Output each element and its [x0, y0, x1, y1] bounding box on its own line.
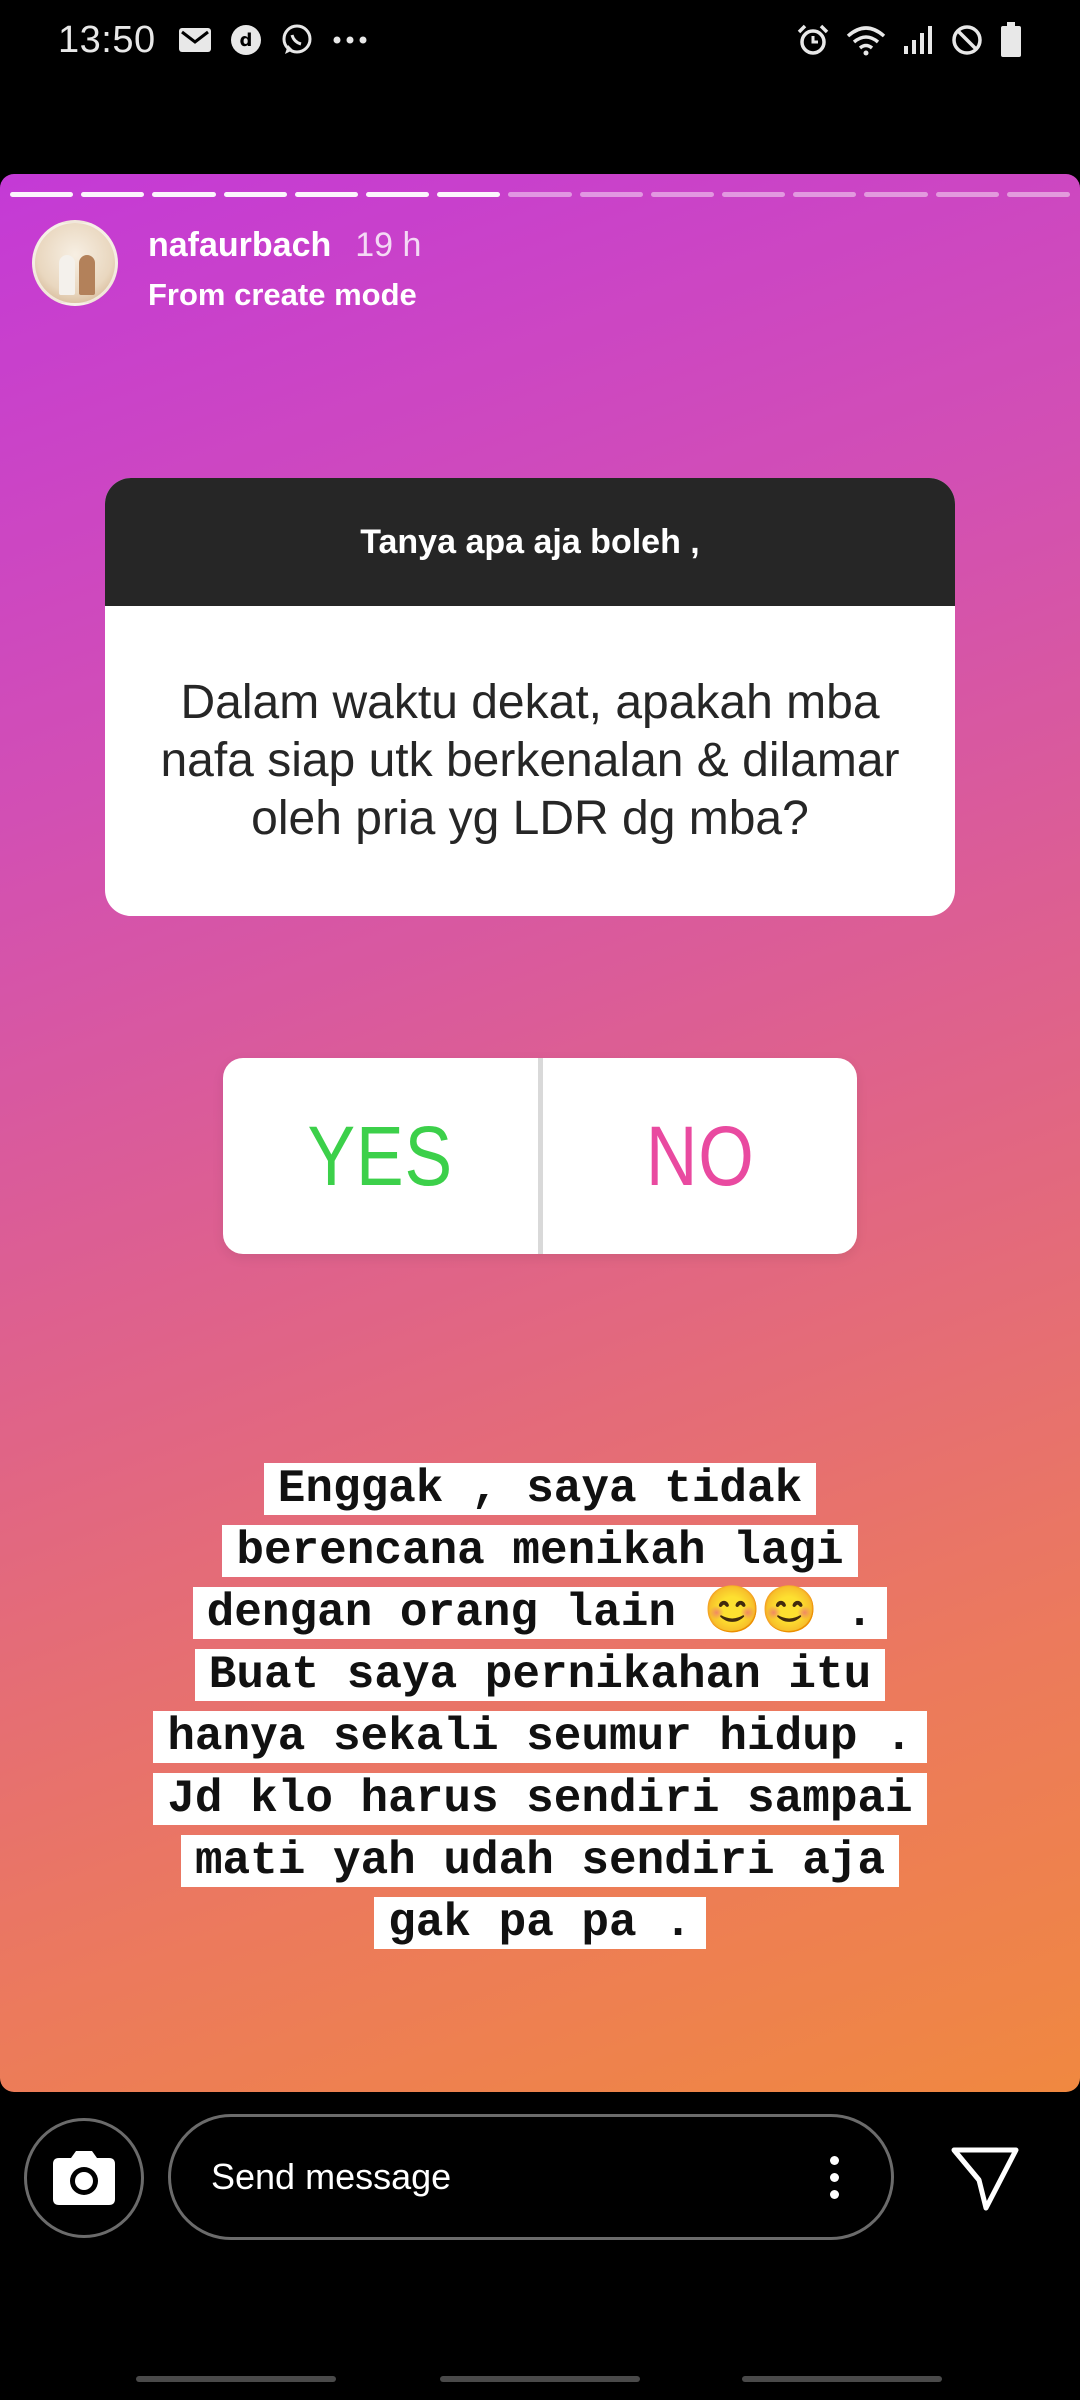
story-time: 19 h [355, 226, 422, 264]
answer-line: Enggak , saya tidak [30, 1458, 1050, 1520]
progress-segment [579, 192, 643, 197]
story-subtitle[interactable]: From create mode [148, 277, 421, 313]
wifi-icon [846, 24, 886, 56]
progress-segment [366, 192, 430, 197]
answer-text: Enggak , saya tidak berencana menikah lag… [30, 1458, 1050, 1954]
signal-icon [902, 24, 934, 56]
progress-segment [650, 192, 715, 197]
paper-plane-icon [951, 2147, 1019, 2211]
answer-line: Buat saya pernikahan itu [30, 1644, 1050, 1706]
question-prompt: Tanya apa aja boleh , [105, 478, 955, 606]
answer-line-text: berencana menikah lagi [222, 1525, 858, 1577]
avatar[interactable] [32, 220, 118, 306]
answer-line: berencana menikah lagi [30, 1520, 1050, 1582]
status-time: 13:50 [58, 18, 156, 61]
answer-line-text: Buat saya pernikahan itu [194, 1649, 886, 1701]
camera-icon [53, 2151, 115, 2205]
answer-line: mati yah udah sendiri aja [30, 1830, 1050, 1892]
gmail-icon [178, 25, 212, 55]
answer-line-text: Jd klo harus sendiri sampai [153, 1773, 927, 1825]
nav-recents-handle[interactable] [136, 2376, 336, 2382]
progress-segment [1006, 192, 1071, 197]
status-bar: 13:50 d [0, 0, 1080, 80]
more-options-icon[interactable] [830, 2155, 839, 2199]
progress-segment [508, 192, 572, 197]
nav-home-handle[interactable] [440, 2376, 640, 2382]
progress-segment [793, 192, 857, 197]
poll-option-yes[interactable]: YES [247, 1058, 514, 1254]
progress-segment [152, 192, 216, 197]
navigation-bar [0, 2360, 1080, 2400]
answer-line-text: mati yah udah sendiri aja [180, 1835, 900, 1887]
username[interactable]: nafaurbach [148, 226, 331, 265]
svg-text:d: d [239, 30, 252, 51]
question-text: Dalam waktu dekat, apakah mba nafa siap … [160, 676, 900, 845]
progress-segment [864, 192, 928, 197]
whatsapp-icon [280, 23, 314, 57]
poll-sticker: YES NO [223, 1058, 857, 1254]
story-header: nafaurbach 19 h From create mode [32, 220, 421, 313]
more-dots-icon [332, 35, 368, 45]
answer-line: Jd klo harus sendiri sampai [30, 1768, 1050, 1830]
poll-divider [537, 1058, 543, 1254]
send-message-placeholder: Send message [211, 2156, 452, 2197]
notification-icons: d [178, 23, 368, 57]
nav-back-handle[interactable] [742, 2376, 942, 2382]
dana-icon: d [230, 24, 262, 56]
system-icons [796, 22, 1022, 58]
answer-line-text: dengan orang lain 😊😊 . [192, 1587, 888, 1639]
send-message-input[interactable]: Send message [168, 2114, 894, 2240]
progress-segment [437, 192, 501, 197]
progress-segment [81, 192, 145, 197]
story-progress-bar [10, 192, 1071, 197]
question-sticker: Tanya apa aja boleh , Dalam waktu dekat,… [105, 478, 955, 916]
answer-line-text: Enggak , saya tidak [263, 1463, 817, 1515]
story-card[interactable]: nafaurbach 19 h From create mode Tanya a… [0, 174, 1080, 2092]
do-not-disturb-icon [950, 23, 984, 57]
battery-icon [1000, 22, 1022, 58]
progress-segment [10, 192, 74, 197]
send-button[interactable] [940, 2134, 1030, 2224]
answer-line: dengan orang lain 😊😊 . [30, 1582, 1050, 1644]
progress-segment [722, 192, 786, 197]
progress-segment [223, 192, 287, 197]
camera-button[interactable] [24, 2118, 144, 2238]
progress-segment [935, 192, 999, 197]
answer-line-text: gak pa pa . [374, 1897, 706, 1949]
answer-line: gak pa pa . [30, 1892, 1050, 1954]
reply-bar: Send message [0, 2114, 1080, 2244]
poll-option-no[interactable]: NO [566, 1058, 833, 1254]
alarm-icon [796, 23, 830, 57]
answer-line-text: hanya sekali seumur hidup . [153, 1711, 927, 1763]
answer-line: hanya sekali seumur hidup . [30, 1706, 1050, 1768]
progress-segment [294, 192, 359, 197]
user-meta: nafaurbach 19 h From create mode [148, 226, 421, 313]
